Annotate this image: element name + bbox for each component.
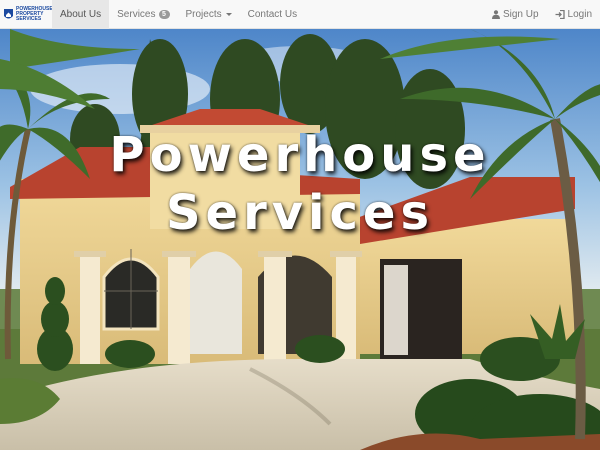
nav-services[interactable]: Services 5 bbox=[109, 0, 177, 29]
nav-about-us[interactable]: About Us bbox=[52, 0, 110, 29]
hero-title-line-2: Services bbox=[165, 185, 435, 241]
nav-sign-up[interactable]: Sign Up bbox=[484, 0, 547, 29]
brand-logo: POWERHOUSE PROPERTY SERVICES bbox=[3, 6, 53, 22]
navbar: POWERHOUSE PROPERTY SERVICES About Us Se… bbox=[0, 0, 600, 29]
nav-projects-label: Projects bbox=[185, 8, 222, 20]
login-label: Login bbox=[567, 8, 592, 20]
sign-up-label: Sign Up bbox=[502, 8, 539, 20]
login-icon bbox=[555, 9, 565, 19]
caret-down-icon bbox=[225, 12, 232, 16]
hero-banner: Powerhouse Services bbox=[0, 29, 600, 450]
nav-right: Sign Up Login bbox=[484, 0, 600, 29]
nav-contact-us-label: Contact Us bbox=[247, 8, 298, 20]
services-count-badge: 5 bbox=[158, 9, 170, 19]
nav-services-label: Services bbox=[117, 8, 156, 20]
user-icon bbox=[491, 9, 500, 19]
nav-projects-dropdown[interactable]: Projects bbox=[178, 0, 240, 29]
nav-about-us-label: About Us bbox=[60, 8, 102, 20]
nav-login[interactable]: Login bbox=[547, 0, 600, 29]
house-shield-icon bbox=[4, 8, 13, 18]
brand-logo-link[interactable]: POWERHOUSE PROPERTY SERVICES bbox=[0, 0, 53, 29]
hero-title-line-1: Powerhouse bbox=[109, 127, 491, 183]
logo-line-3: SERVICES bbox=[16, 15, 42, 22]
nav-contact-us[interactable]: Contact Us bbox=[240, 0, 305, 29]
